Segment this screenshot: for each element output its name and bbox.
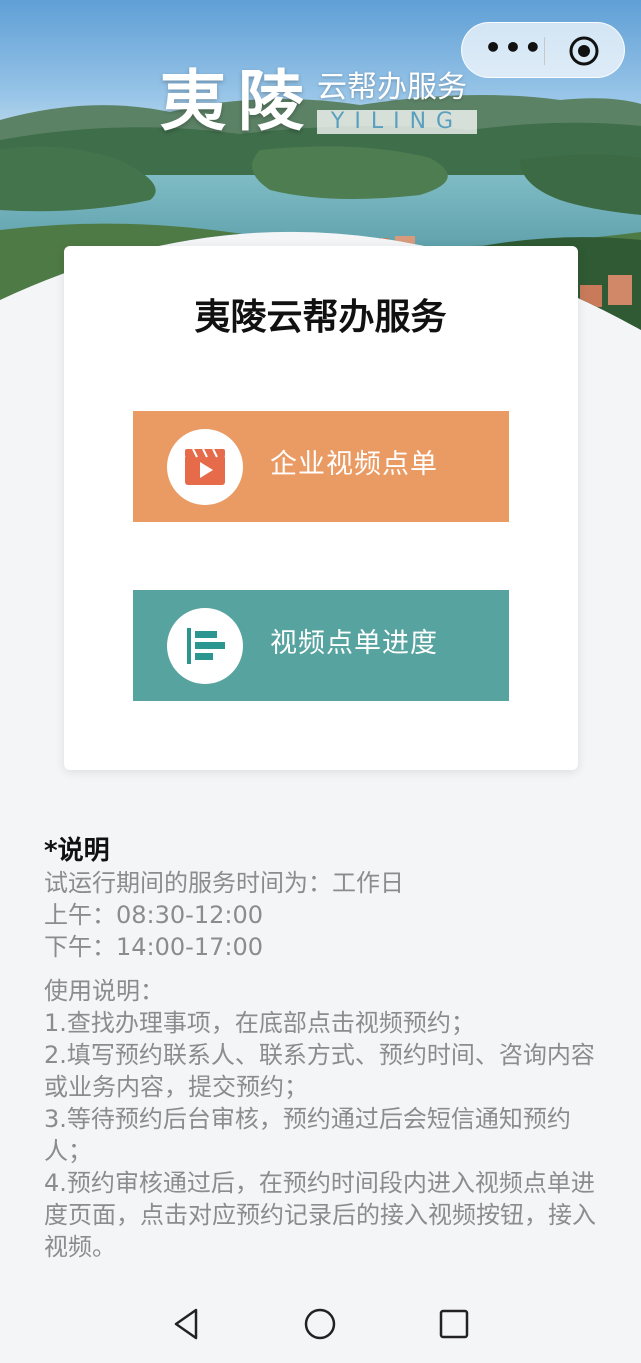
usage-step-3: 3.等待预约后台审核，预约通过后会短信通知预约人； [44,1105,571,1165]
progress-bars-icon [167,608,243,684]
capsule-divider [544,37,545,65]
usage-step-1: 1.查找办理事项，在底部点击视频预约； [44,1009,475,1037]
usage-step-2: 2.填写预约联系人、联系方式、预约时间、咨询内容或业务内容，提交预约； [44,1041,595,1101]
banner-title-sub: 云帮办服务 [317,70,467,105]
miniprogram-capsule: ••• [461,22,625,78]
usage-title-text: 使用说明： [44,977,164,1005]
target-icon[interactable] [568,35,600,67]
instructions-heading: *说明 [44,836,110,866]
more-icon[interactable]: ••• [484,33,544,69]
back-triangle-icon[interactable] [166,1304,206,1344]
enterprise-video-order-button[interactable]: 企业视频点单 [133,411,509,522]
usage-step-4: 4.预约审核通过后，在预约时间段内进入视频点单进度页面，点击对应预约记录后的接入… [44,1169,596,1261]
afternoon-hours-text: 下午：14:00-17:00 [44,933,263,961]
recents-square-icon[interactable] [434,1304,474,1344]
system-navigation-bar [0,1292,641,1363]
video-order-progress-button[interactable]: 视频点单进度 [133,590,509,701]
banner-title-en: YILING [317,110,477,134]
enterprise-video-order-label: 企业视频点单 [270,449,438,480]
banner-title-big: 夷陵 [160,63,316,140]
instructions-section: *说明 试运行期间的服务时间为：工作日 上午：08:30-12:00 下午：14… [44,835,604,1263]
morning-hours-text: 上午：08:30-12:00 [44,901,263,929]
video-play-icon [167,429,243,505]
video-order-progress-label: 视频点单进度 [270,628,438,659]
service-time-text: 试运行期间的服务时间为：工作日 [44,869,404,897]
banner-title: 夷陵 云帮办服务 YILING [160,62,490,142]
home-circle-icon[interactable] [300,1304,340,1344]
card-title: 夷陵云帮办服务 [194,297,447,338]
